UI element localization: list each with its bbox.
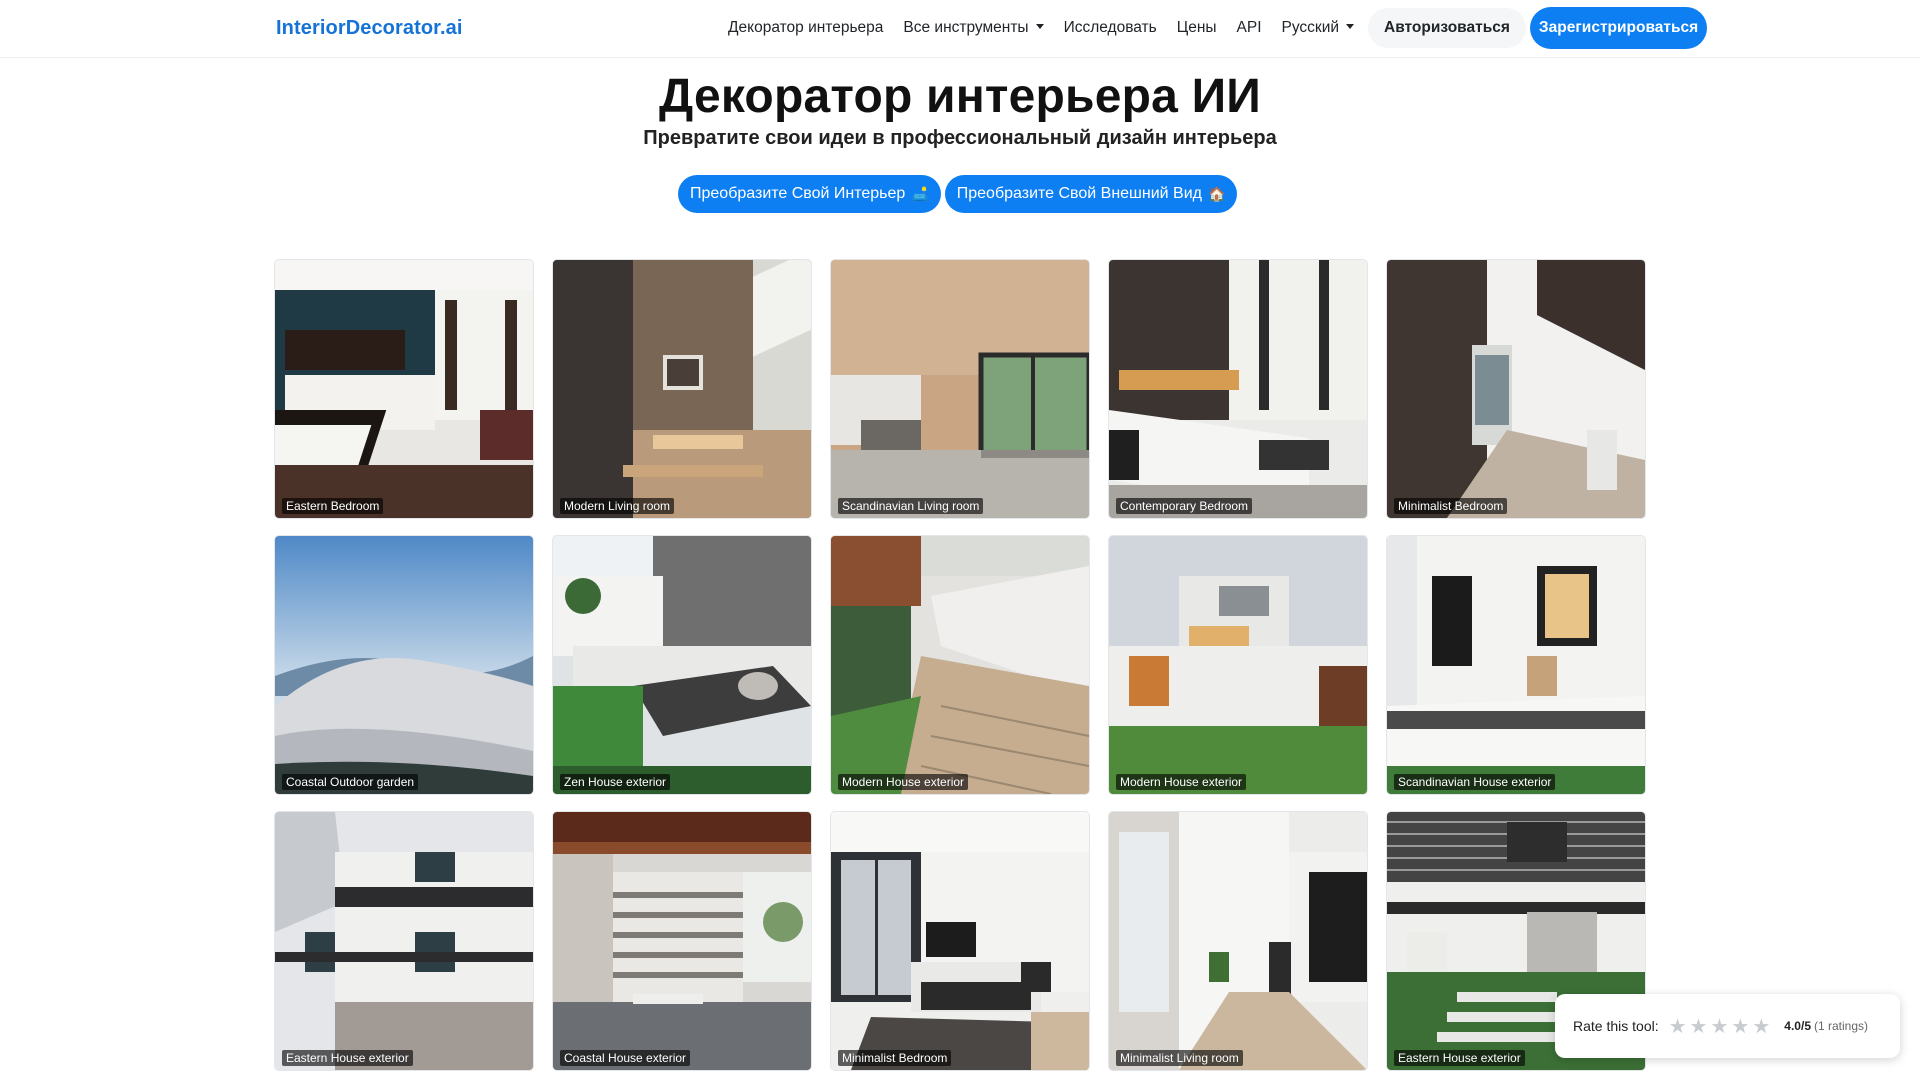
login-button[interactable]: Авторизоваться — [1368, 8, 1526, 48]
nav-pricing[interactable]: Цены — [1167, 19, 1227, 37]
star-icon[interactable]: ★ — [1752, 1014, 1770, 1039]
house-icon: 🏠 — [1208, 185, 1226, 202]
gallery-card[interactable]: Scandinavian House exterior — [1387, 536, 1645, 794]
gallery-image — [831, 536, 1089, 794]
nav-interior-decorator[interactable]: Декоратор интерьера — [718, 19, 893, 37]
language-selector[interactable]: Русский — [1272, 19, 1365, 37]
nav-all-tools[interactable]: Все инструменты — [893, 19, 1053, 37]
gallery-card[interactable]: Zen House exterior — [553, 536, 811, 794]
gallery-card-label: Eastern House exterior — [1394, 1050, 1525, 1066]
cta-label: Преобразите Свой Внешний Вид — [956, 185, 1202, 202]
gallery-card[interactable]: Minimalist Bedroom — [1387, 260, 1645, 518]
gallery-image — [831, 812, 1089, 1070]
caret-down-icon — [1346, 24, 1355, 29]
gallery-card-label: Scandinavian Living room — [838, 498, 984, 514]
gallery-image — [1109, 536, 1367, 794]
gallery-grid: Eastern Bedroom Modern Living room Scand… — [275, 260, 1646, 1070]
top-navbar: InteriorDecorator.ai Декоратор интерьера… — [0, 0, 1920, 58]
gallery-card-label: Minimalist Bedroom — [1394, 498, 1508, 514]
gallery-image — [553, 536, 811, 794]
gallery-image — [831, 260, 1089, 518]
cta-label: Преобразите Свой Интерьер — [690, 185, 906, 202]
sofa-icon: 🛋️ — [911, 185, 929, 202]
gallery-image — [275, 536, 533, 794]
star-icon[interactable]: ★ — [1731, 1014, 1749, 1039]
rating-label: Rate this tool: — [1573, 1018, 1659, 1034]
gallery-card[interactable]: Minimalist Living room — [1109, 812, 1367, 1070]
gallery-image — [1109, 812, 1367, 1070]
nav-label: Цены — [1176, 19, 1217, 36]
star-rating[interactable]: ★ ★ ★ ★ ★ — [1669, 1014, 1771, 1039]
gallery-image — [1387, 536, 1645, 794]
brand-logo[interactable]: InteriorDecorator.ai — [276, 17, 463, 40]
page-title: Декоратор интерьера ИИ — [658, 70, 1262, 123]
nav-label: Исследовать — [1063, 19, 1157, 36]
gallery-card-label: Coastal Outdoor garden — [282, 774, 419, 790]
transform-interior-button[interactable]: Преобразите Свой Интерьер 🛋️ — [678, 175, 941, 213]
gallery-card-label: Modern House exterior — [838, 774, 969, 790]
cta-row: Преобразите Свой Интерьер 🛋️ Преобразите… — [678, 175, 1238, 213]
nav-api[interactable]: API — [1227, 19, 1272, 37]
gallery-card-label: Eastern House exterior — [282, 1050, 413, 1066]
gallery-image — [1109, 260, 1367, 518]
star-icon[interactable]: ★ — [1710, 1014, 1728, 1039]
signup-button[interactable]: Зарегистрироваться — [1529, 7, 1708, 49]
gallery-image — [553, 260, 811, 518]
gallery-card-label: Modern Living room — [560, 498, 675, 514]
main-nav: Декоратор интерьера Все инструменты Иссл… — [718, 7, 1708, 49]
gallery-image — [275, 812, 533, 1070]
nav-explore[interactable]: Исследовать — [1054, 19, 1167, 37]
gallery-card[interactable]: Scandinavian Living room — [831, 260, 1089, 518]
gallery-card-label: Eastern Bedroom — [282, 498, 384, 514]
gallery-image — [553, 812, 811, 1070]
nav-label: Декоратор интерьера — [728, 19, 884, 36]
gallery-card-label: Minimalist Bedroom — [838, 1050, 952, 1066]
gallery-card-label: Minimalist Living room — [1116, 1050, 1243, 1066]
rating-count: (1 ratings) — [1814, 1019, 1869, 1033]
gallery-card[interactable]: Coastal Outdoor garden — [275, 536, 533, 794]
gallery-card-label: Contemporary Bedroom — [1116, 498, 1253, 514]
gallery-image — [275, 260, 533, 518]
gallery-card[interactable]: Modern Living room — [553, 260, 811, 518]
gallery-card-label: Scandinavian House exterior — [1394, 774, 1556, 790]
gallery-card[interactable]: Modern House exterior — [1109, 536, 1367, 794]
rating-score: 4.0/5 — [1784, 1019, 1811, 1033]
gallery-card[interactable]: Eastern Bedroom — [275, 260, 533, 518]
page-subtitle: Превратите свои идеи в профессиональный … — [643, 127, 1277, 149]
gallery-image — [1387, 260, 1645, 518]
nav-label: Все инструменты — [903, 19, 1029, 36]
gallery-card[interactable]: Contemporary Bedroom — [1109, 260, 1367, 518]
rating-widget: Rate this tool: ★ ★ ★ ★ ★ 4.0/5 (1 ratings) — [1555, 994, 1900, 1058]
star-icon[interactable]: ★ — [1669, 1014, 1687, 1039]
gallery-card[interactable]: Coastal House exterior — [553, 812, 811, 1070]
gallery-card[interactable]: Eastern House exterior — [275, 812, 533, 1070]
gallery-card[interactable]: Modern House exterior — [831, 536, 1089, 794]
nav-label: Русский — [1281, 19, 1340, 36]
gallery-card-label: Coastal House exterior — [560, 1050, 691, 1066]
star-icon[interactable]: ★ — [1690, 1014, 1708, 1039]
caret-down-icon — [1035, 24, 1044, 29]
gallery-card[interactable]: Minimalist Bedroom — [831, 812, 1089, 1070]
nav-label: API — [1236, 19, 1262, 36]
gallery-card-label: Zen House exterior — [560, 774, 671, 790]
transform-exterior-button[interactable]: Преобразите Свой Внешний Вид 🏠 — [944, 175, 1238, 213]
gallery-card-label: Modern House exterior — [1116, 774, 1247, 790]
